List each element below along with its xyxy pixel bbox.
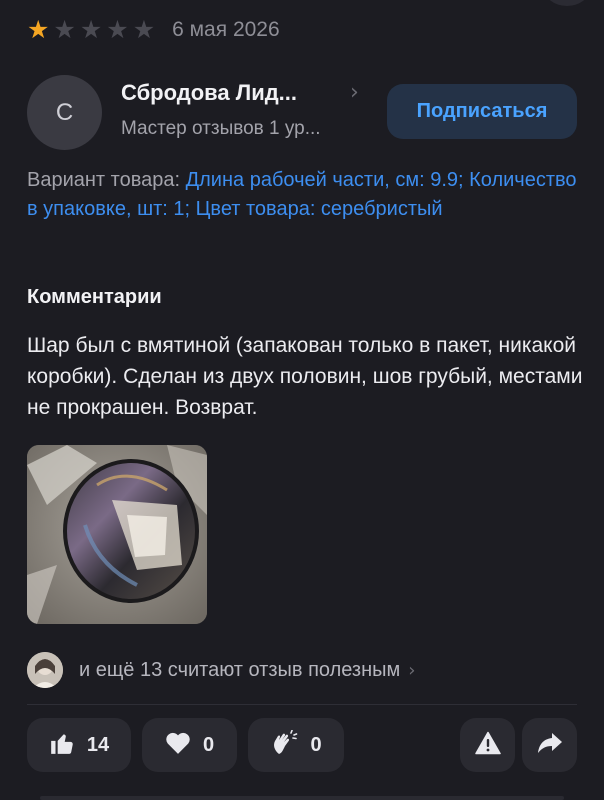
star-icon: ★ xyxy=(106,15,129,44)
helpful-text: и ещё 13 считают отзыв полезным xyxy=(79,658,401,681)
chevron-right-icon: › xyxy=(408,659,416,681)
star-icon: ★ xyxy=(53,15,76,44)
rating-row: ★ ★ ★ ★ ★ 6 мая 2026 xyxy=(27,16,280,44)
star-icon: ★ xyxy=(79,15,103,44)
helpful-row[interactable]: и ещё 13 считают отзыв полезным › xyxy=(27,652,415,688)
like-button[interactable]: 14 xyxy=(27,718,131,772)
clap-icon xyxy=(270,729,298,761)
author-name[interactable]: Сбродова Лид... xyxy=(121,80,297,106)
warning-icon xyxy=(474,731,501,760)
comment-text: Шар был с вмятиной (запакован только в п… xyxy=(27,334,583,419)
author-initial: С xyxy=(55,98,74,126)
avatar xyxy=(27,652,63,688)
divider xyxy=(27,704,577,705)
clap-count: 0 xyxy=(310,733,322,756)
clap-button[interactable]: 0 xyxy=(248,718,344,772)
thumbs-up-icon xyxy=(49,730,75,761)
author-level: Мастер отзывов 1 ур... xyxy=(121,118,321,139)
heart-count: 0 xyxy=(202,733,215,756)
variant-label: Вариант товара: xyxy=(27,169,181,191)
heart-icon xyxy=(165,731,191,760)
subscribe-button[interactable]: Подписаться xyxy=(387,84,577,139)
rating-stars: ★ ★ ★ ★ ★ xyxy=(27,16,155,44)
star-icon: ★ xyxy=(27,15,50,44)
top-menu-button[interactable] xyxy=(544,0,590,6)
chevron-right-icon[interactable]: › xyxy=(350,80,359,105)
review-date: 6 мая 2026 xyxy=(172,18,280,41)
product-variant: Вариант товара: Длина рабочей части, см:… xyxy=(27,166,583,224)
like-count: 14 xyxy=(86,733,110,756)
star-icon: ★ xyxy=(132,15,156,44)
share-button[interactable] xyxy=(522,718,577,772)
comments-title: Комментарии xyxy=(27,286,162,308)
share-icon xyxy=(537,731,563,760)
review-photo[interactable] xyxy=(27,445,207,624)
bottom-edge xyxy=(40,796,564,800)
heart-button[interactable]: 0 xyxy=(142,718,237,772)
author-avatar[interactable]: С xyxy=(27,75,102,150)
report-button[interactable] xyxy=(460,718,515,772)
